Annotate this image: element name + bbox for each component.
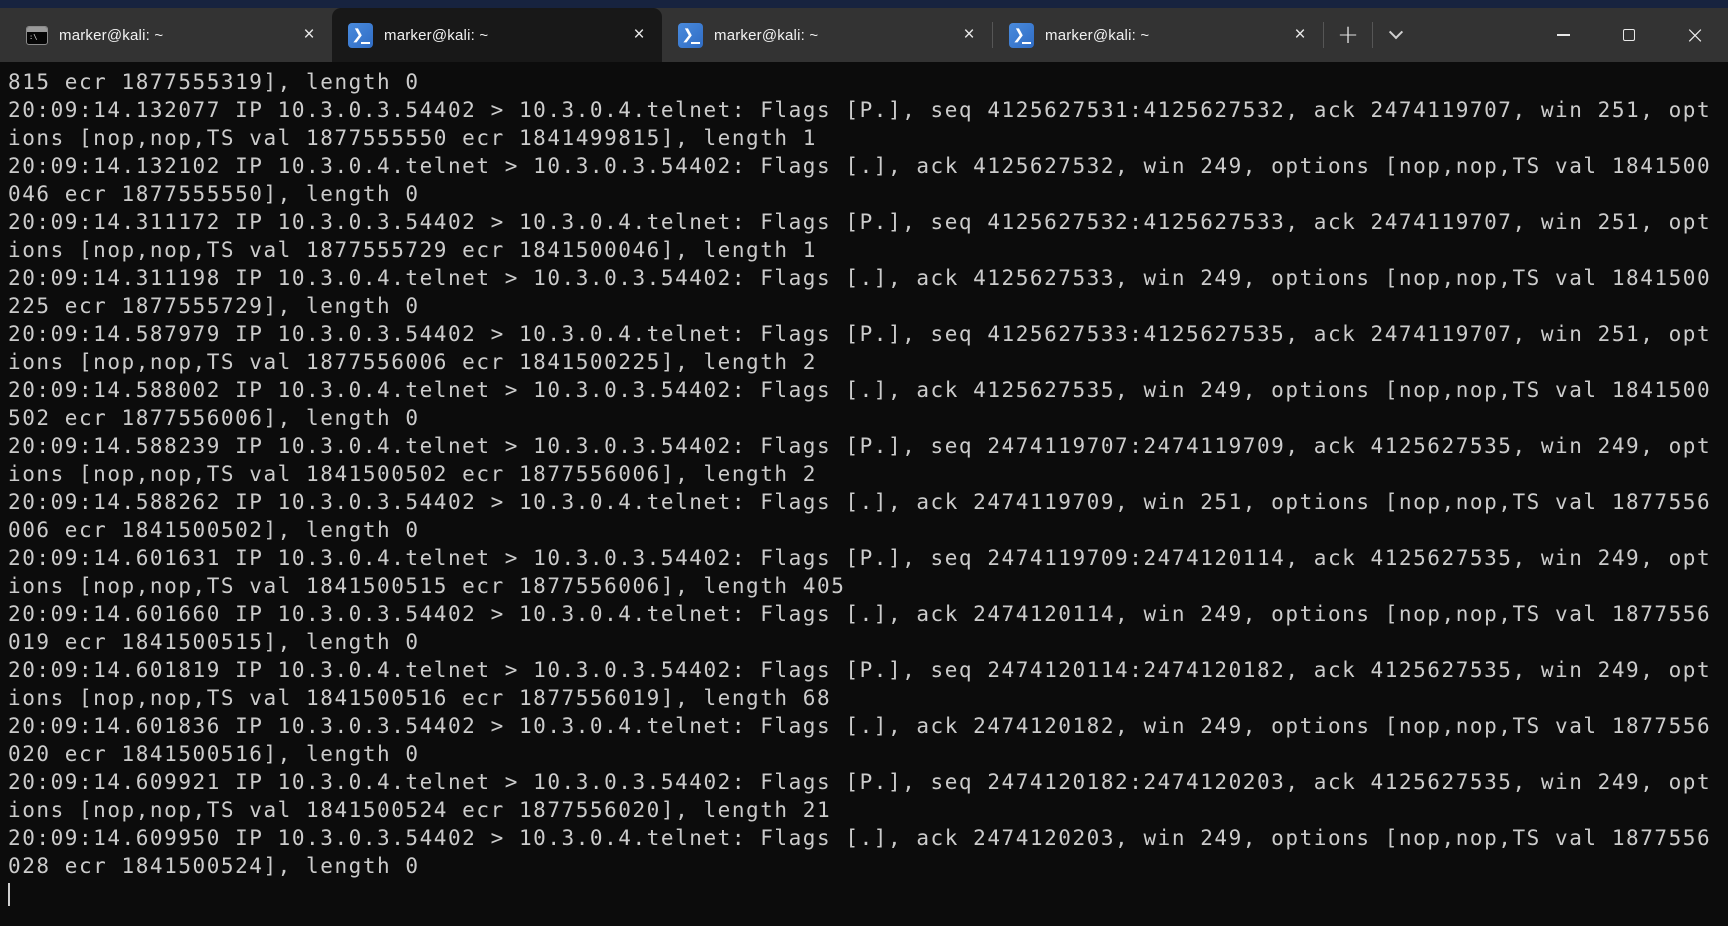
terminal-line: ions [nop,nop,TS val 1841500502 ecr 1877… — [8, 460, 1728, 488]
command-prompt-icon: :\ — [26, 26, 48, 45]
tab-2-active[interactable]: ❯ marker@kali: ~ × — [332, 8, 662, 62]
terminal-line: 20:09:14.588239 IP 10.3.0.4.telnet > 10.… — [8, 432, 1728, 460]
minimize-icon — [1557, 34, 1570, 36]
tab-close-icon[interactable]: × — [294, 20, 324, 50]
tab-bar: :\ marker@kali: ~ × ❯ marker@kali: ~ × ❯… — [0, 8, 1728, 62]
terminal-line: 225 ecr 1877555729], length 0 — [8, 292, 1728, 320]
terminal-line: 046 ecr 1877555550], length 0 — [8, 180, 1728, 208]
terminal-line: ions [nop,nop,TS val 1841500524 ecr 1877… — [8, 796, 1728, 824]
powershell-icon: ❯ — [348, 23, 373, 48]
terminal-cursor-line — [8, 880, 1728, 908]
tab-4[interactable]: ❯ marker@kali: ~ × — [993, 8, 1323, 62]
terminal-line: 20:09:14.132077 IP 10.3.0.3.54402 > 10.3… — [8, 96, 1728, 124]
terminal-line: ions [nop,nop,TS val 1877555550 ecr 1841… — [8, 124, 1728, 152]
terminal-line: 20:09:14.609950 IP 10.3.0.3.54402 > 10.3… — [8, 824, 1728, 852]
chevron-down-icon — [1389, 25, 1403, 39]
terminal-line: ions [nop,nop,TS val 1841500515 ecr 1877… — [8, 572, 1728, 600]
terminal-line: 815 ecr 1877555319], length 0 — [8, 68, 1728, 96]
background-editor-strip: 2 from scapy.all import IP,TCP,send,ls — [0, 0, 1728, 8]
terminal-line: 502 ecr 1877556006], length 0 — [8, 404, 1728, 432]
terminal-line: ions [nop,nop,TS val 1877555729 ecr 1841… — [8, 236, 1728, 264]
terminal-line: 20:09:14.132102 IP 10.3.0.4.telnet > 10.… — [8, 152, 1728, 180]
minimize-button[interactable] — [1530, 8, 1596, 62]
window-controls: × — [1530, 8, 1728, 62]
new-tab-button[interactable]: + — [1324, 8, 1372, 62]
terminal-viewport[interactable]: 815 ecr 1877555319], length 020:09:14.13… — [0, 62, 1728, 926]
powershell-icon: ❯ — [1009, 23, 1034, 48]
terminal-line: 20:09:14.588002 IP 10.3.0.4.telnet > 10.… — [8, 376, 1728, 404]
terminal-line: 20:09:14.601819 IP 10.3.0.4.telnet > 10.… — [8, 656, 1728, 684]
windows-terminal-window: 2 from scapy.all import IP,TCP,send,ls :… — [0, 0, 1728, 926]
terminal-line: 20:09:14.587979 IP 10.3.0.3.54402 > 10.3… — [8, 320, 1728, 348]
terminal-line: 20:09:14.311198 IP 10.3.0.4.telnet > 10.… — [8, 264, 1728, 292]
tab-close-icon[interactable]: × — [954, 20, 984, 50]
tab-title: marker@kali: ~ — [384, 27, 613, 44]
terminal-line: 20:09:14.601836 IP 10.3.0.3.54402 > 10.3… — [8, 712, 1728, 740]
terminal-line: 028 ecr 1841500524], length 0 — [8, 852, 1728, 880]
tab-dropdown-button[interactable] — [1373, 8, 1419, 62]
tab-close-icon[interactable]: × — [1285, 20, 1315, 50]
powershell-icon: ❯ — [678, 23, 703, 48]
terminal-line: 006 ecr 1841500502], length 0 — [8, 516, 1728, 544]
tab-3[interactable]: ❯ marker@kali: ~ × — [662, 8, 992, 62]
tab-title: marker@kali: ~ — [59, 27, 283, 44]
terminal-line: ions [nop,nop,TS val 1841500516 ecr 1877… — [8, 684, 1728, 712]
close-icon: × — [1685, 23, 1705, 47]
editor-code-line: 2 from scapy.all import IP,TCP,send,ls — [0, 0, 49, 8]
terminal-line: 20:09:14.601660 IP 10.3.0.3.54402 > 10.3… — [8, 600, 1728, 628]
terminal-line: 019 ecr 1841500515], length 0 — [8, 628, 1728, 656]
terminal-line: 020 ecr 1841500516], length 0 — [8, 740, 1728, 768]
terminal-line: 20:09:14.601631 IP 10.3.0.4.telnet > 10.… — [8, 544, 1728, 572]
terminal-line: 20:09:14.588262 IP 10.3.0.3.54402 > 10.3… — [8, 488, 1728, 516]
maximize-button[interactable] — [1596, 8, 1662, 62]
terminal-line: 20:09:14.609921 IP 10.3.0.4.telnet > 10.… — [8, 768, 1728, 796]
text-cursor — [8, 883, 10, 906]
tab-title: marker@kali: ~ — [714, 27, 943, 44]
tab-close-icon[interactable]: × — [624, 20, 654, 50]
terminal-output: 815 ecr 1877555319], length 020:09:14.13… — [8, 68, 1728, 880]
terminal-line: ions [nop,nop,TS val 1877556006 ecr 1841… — [8, 348, 1728, 376]
tab-title: marker@kali: ~ — [1045, 27, 1274, 44]
terminal-line: 20:09:14.311172 IP 10.3.0.3.54402 > 10.3… — [8, 208, 1728, 236]
close-button[interactable]: × — [1662, 8, 1728, 62]
maximize-icon — [1623, 29, 1635, 41]
tab-1[interactable]: :\ marker@kali: ~ × — [10, 8, 332, 62]
